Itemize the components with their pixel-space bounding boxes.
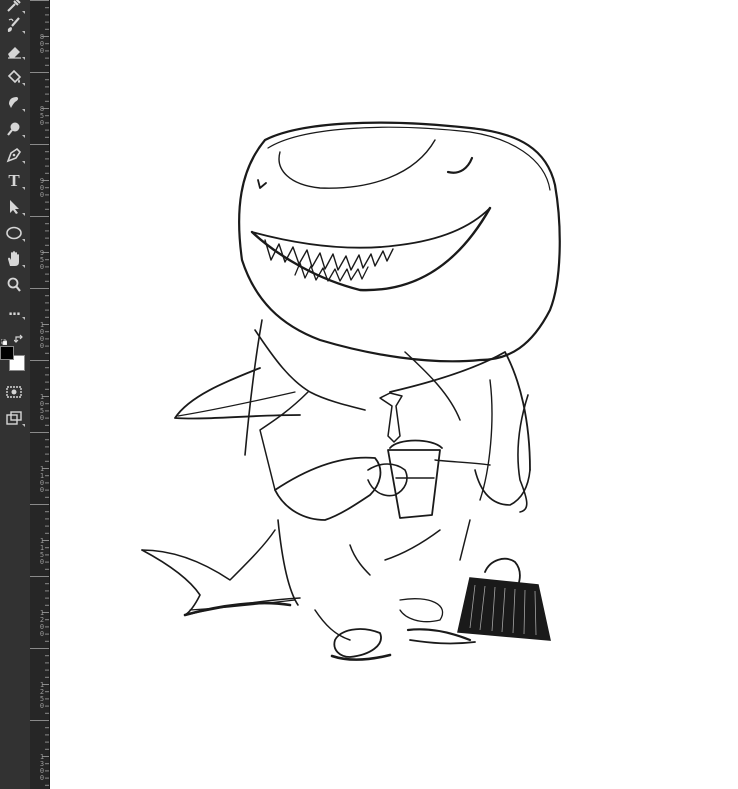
type-tool-button[interactable]: T [2, 170, 26, 192]
ruler-label: 1300 [39, 753, 45, 782]
type-icon: T [8, 171, 20, 190]
dodge-tool-button[interactable] [2, 118, 26, 140]
pen-tool-button[interactable] [2, 144, 26, 166]
foreground-color-swatch[interactable] [0, 346, 14, 360]
pen-icon [6, 147, 22, 163]
smudge-tool-button[interactable] [2, 92, 26, 114]
smudge-icon [9, 97, 19, 108]
zoom-icon [7, 277, 21, 292]
more-tools-icon: ... [8, 303, 21, 319]
paint-bucket-icon [7, 69, 22, 84]
ruler-label: 800 [39, 33, 45, 55]
eyedropper-icon [7, 0, 21, 12]
ruler-label: 1100 [39, 465, 45, 494]
ellipse-icon [6, 226, 22, 240]
path-selection-tool-button[interactable] [2, 196, 26, 218]
zoom-tool-button[interactable] [2, 274, 26, 296]
path-selection-icon [10, 200, 19, 214]
ruler-label: 850 [39, 105, 45, 127]
ruler-label: 1150 [39, 537, 45, 566]
ruler-label: 1000 [39, 321, 45, 350]
ruler-label: 1250 [39, 681, 45, 710]
eraser-tool-button[interactable] [2, 40, 26, 62]
vertical-ruler[interactable]: 800 850 900 950 1000 1050 1100 1150 1200… [30, 0, 50, 789]
tools-panel: T ... [0, 0, 31, 789]
eraser-icon [8, 47, 21, 59]
screen-mode-button[interactable] [2, 407, 26, 429]
dodge-icon [7, 122, 20, 136]
hand-icon [8, 251, 19, 266]
quick-mask-icon [6, 386, 22, 398]
shark-sketch-artwork [141, 121, 561, 661]
default-colors-icon[interactable] [0, 330, 8, 346]
swap-colors-icon[interactable] [13, 329, 24, 343]
document-canvas[interactable] [50, 0, 738, 789]
ruler-label: 1050 [39, 393, 45, 422]
hand-tool-button[interactable] [2, 248, 26, 270]
paint-bucket-tool-button[interactable] [2, 66, 26, 88]
brush-icon [7, 17, 20, 32]
screen-mode-icon [6, 411, 22, 425]
brush-tool-button[interactable] [2, 14, 26, 36]
ruler-label: 900 [39, 177, 45, 199]
more-tools-button[interactable]: ... [2, 300, 26, 322]
ruler-label: 1200 [39, 609, 45, 638]
quick-mask-button[interactable] [2, 381, 26, 403]
ellipse-tool-button[interactable] [2, 222, 26, 244]
ruler-label: 950 [39, 249, 45, 271]
